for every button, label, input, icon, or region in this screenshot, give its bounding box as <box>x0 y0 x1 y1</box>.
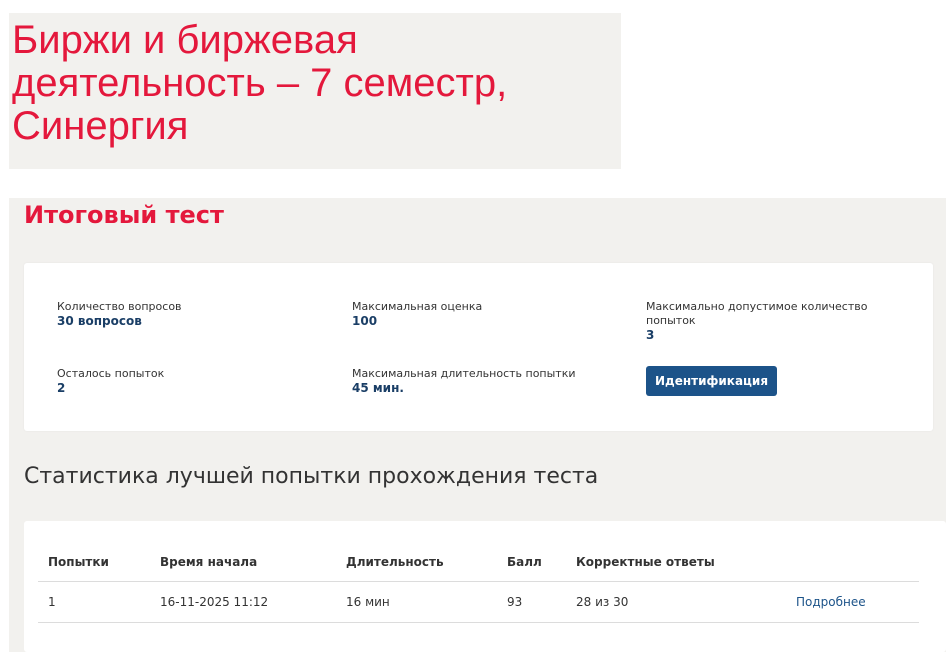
stats-table-card: Попытки Время начала Длительность Балл К… <box>24 521 946 652</box>
max-score-label: Максимальная оценка <box>352 300 483 313</box>
page-title: Итоговый тест <box>24 201 224 229</box>
cell-actions: Подробнее <box>786 581 919 623</box>
table-header-row: Попытки Время начала Длительность Балл К… <box>38 543 919 582</box>
banner: Биржи и биржевая деятельность – 7 семест… <box>9 13 621 169</box>
cell-correct: 28 из 30 <box>566 581 786 623</box>
questions-count-label: Количество вопросов <box>57 300 182 313</box>
column-header-score: Балл <box>497 543 566 582</box>
column-header-duration: Длительность <box>336 543 497 582</box>
questions-count-value: 30 вопросов <box>57 314 142 328</box>
questions-count: Количество вопросов 30 вопросов <box>57 300 317 328</box>
cell-start-time: 16-11-2025 11:12 <box>150 581 336 623</box>
column-header-start-time: Время начала <box>150 543 336 582</box>
max-score-value: 100 <box>352 314 378 328</box>
column-header-correct: Корректные ответы <box>566 543 786 582</box>
cell-attempt: 1 <box>38 581 150 623</box>
attempts-left-label: Осталось попыток <box>57 367 165 380</box>
column-header-attempts: Попытки <box>38 543 150 582</box>
max-attempts-label: Максимально допустимое количество попыто… <box>646 300 868 327</box>
max-attempts: Максимально допустимое количество попыто… <box>646 300 876 342</box>
identification-button[interactable]: Идентификация <box>646 366 777 396</box>
cell-score: 93 <box>497 581 566 623</box>
max-score: Максимальная оценка 100 <box>352 300 612 328</box>
cell-duration: 16 мин <box>336 581 497 623</box>
results-table: Попытки Время начала Длительность Балл К… <box>38 543 919 623</box>
max-duration: Максимальная длительность попытки 45 мин… <box>352 367 612 395</box>
banner-title: Биржи и биржевая деятельность – 7 семест… <box>12 18 508 148</box>
max-duration-value: 45 мин. <box>352 381 404 395</box>
table-row: 1 16-11-2025 11:12 16 мин 93 28 из 30 По… <box>38 581 919 623</box>
stats-title: Статистика лучшей попытки прохождения те… <box>24 464 599 489</box>
test-panel: Итоговый тест Количество вопросов 30 воп… <box>9 198 946 652</box>
attempts-left: Осталось попыток 2 <box>57 367 317 395</box>
column-header-actions <box>786 543 919 582</box>
details-link[interactable]: Подробнее <box>796 595 866 609</box>
test-info-card: Количество вопросов 30 вопросов Максимал… <box>24 263 933 431</box>
max-duration-label: Максимальная длительность попытки <box>352 367 576 380</box>
max-attempts-value: 3 <box>646 328 655 342</box>
attempts-left-value: 2 <box>57 381 66 395</box>
